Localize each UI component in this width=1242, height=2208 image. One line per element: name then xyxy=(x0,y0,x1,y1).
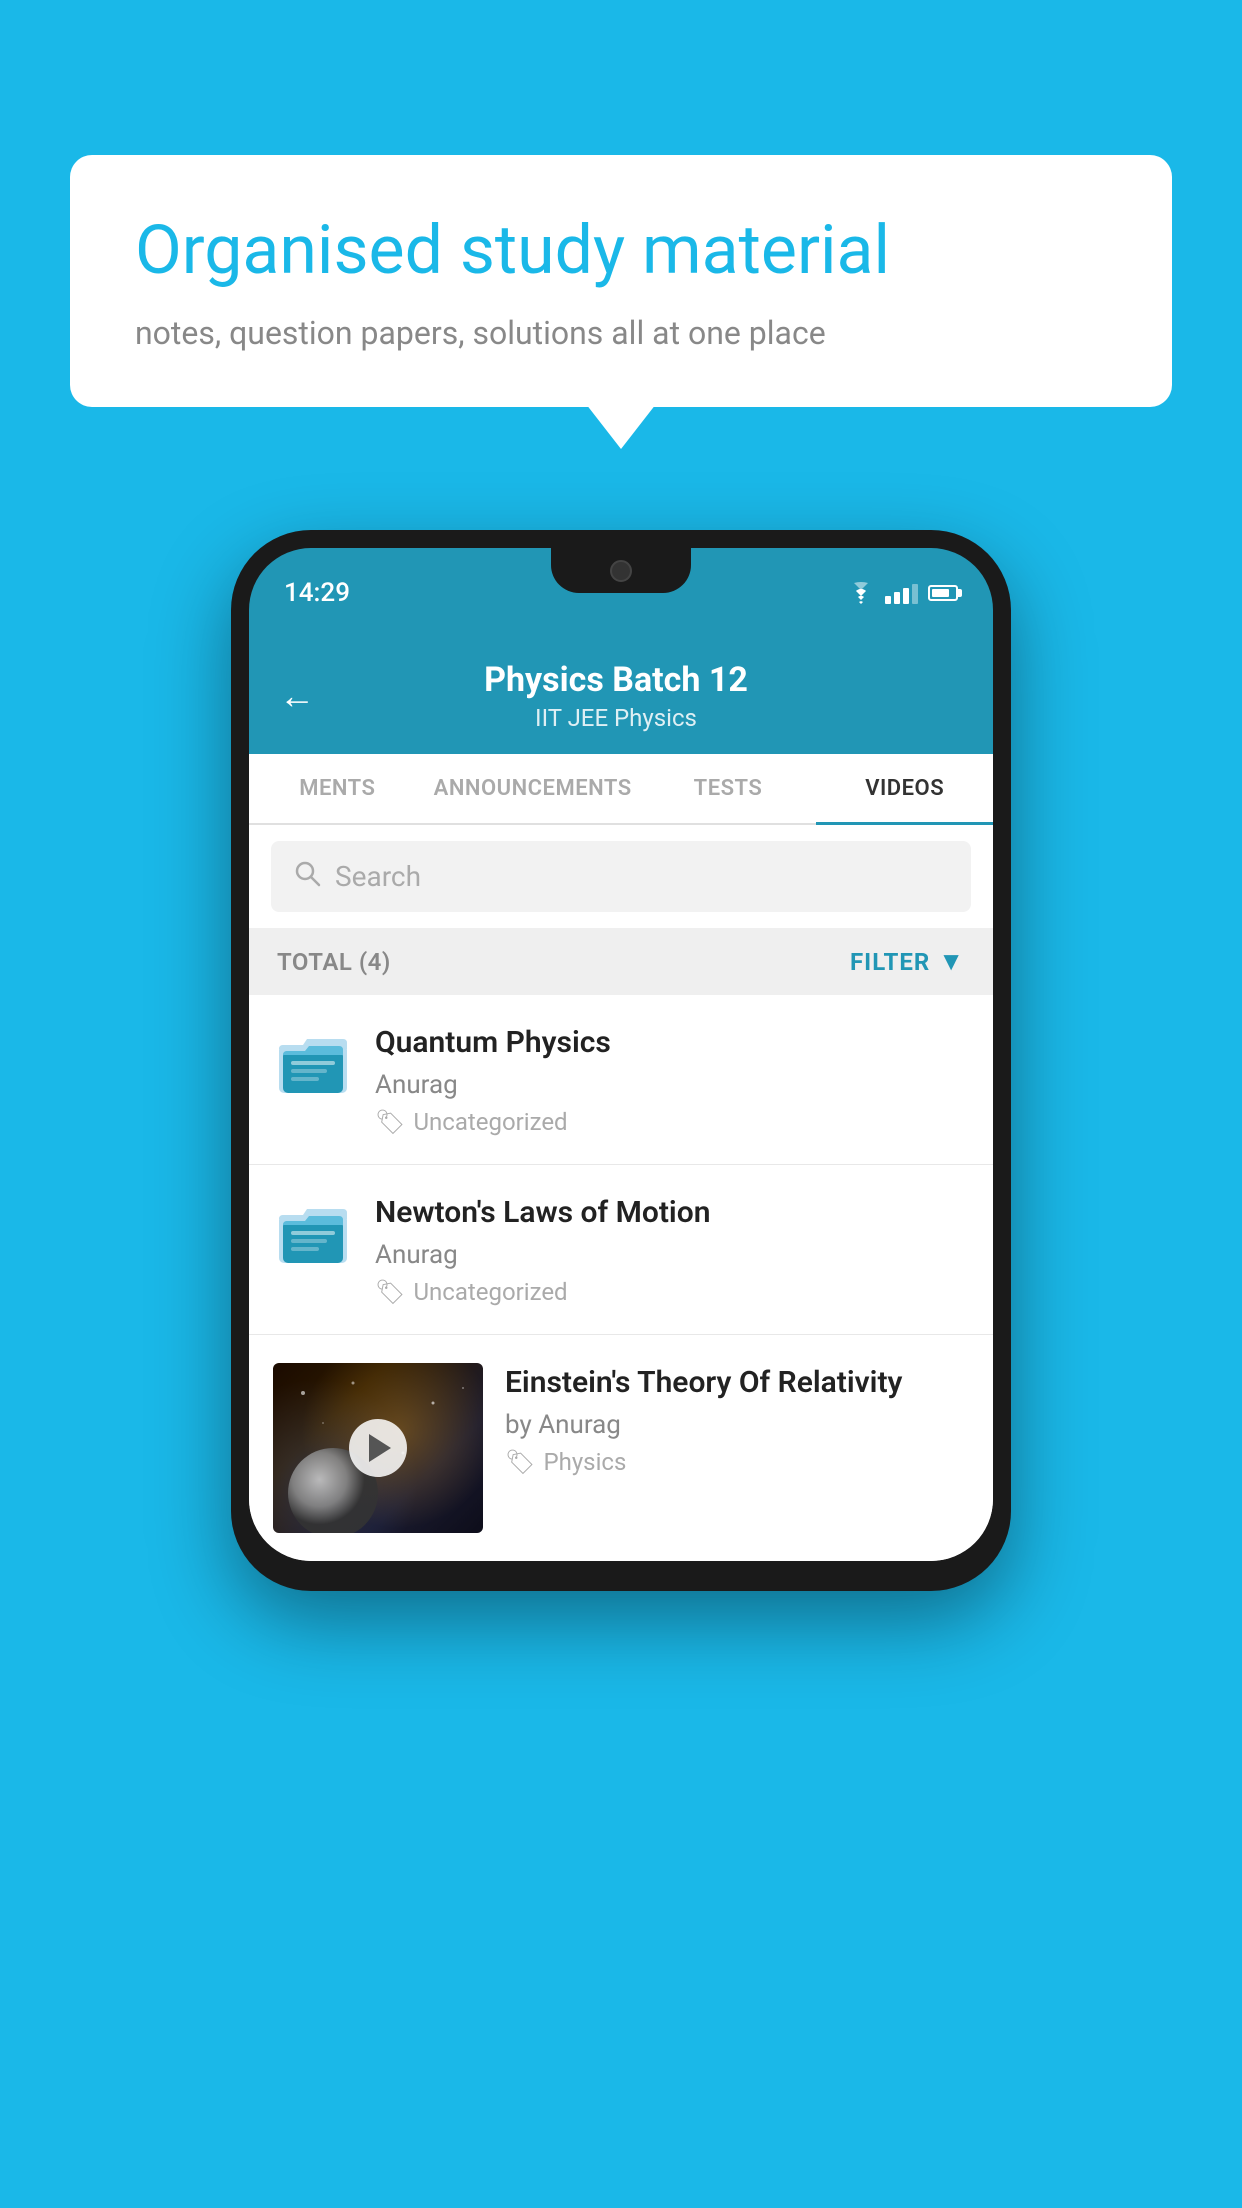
video-tag: 🏷 Uncategorized xyxy=(375,1278,969,1306)
video-info: Einstein's Theory Of Relativity by Anura… xyxy=(505,1363,969,1476)
status-icons xyxy=(847,582,958,604)
tag-text: Physics xyxy=(543,1448,626,1476)
search-bar[interactable]: Search xyxy=(271,841,971,912)
speech-bubble-container: Organised study material notes, question… xyxy=(70,155,1172,407)
search-container: Search xyxy=(249,825,993,928)
wifi-icon xyxy=(847,582,875,604)
header-title: Physics Batch 12 xyxy=(335,660,897,700)
tab-tests[interactable]: TESTS xyxy=(640,754,817,823)
video-title: Quantum Physics xyxy=(375,1023,969,1062)
tab-announcements[interactable]: ANNOUNCEMENTS xyxy=(426,754,640,823)
app-header: ← Physics Batch 12 IIT JEE Physics xyxy=(249,638,993,754)
video-tag: 🏷 Physics xyxy=(505,1448,969,1476)
tab-videos[interactable]: VIDEOS xyxy=(816,754,993,823)
video-tag: 🏷 Uncategorized xyxy=(375,1108,969,1136)
folder-icon xyxy=(277,1201,349,1266)
tag-text: Uncategorized xyxy=(413,1108,567,1136)
video-title: Einstein's Theory Of Relativity xyxy=(505,1363,969,1402)
video-author: Anurag xyxy=(375,1240,969,1270)
tabs-bar: MENTS ANNOUNCEMENTS TESTS VIDEOS xyxy=(249,754,993,825)
folder-icon xyxy=(277,1031,349,1096)
filter-label: FILTER xyxy=(850,948,930,976)
video-title: Newton's Laws of Motion xyxy=(375,1193,969,1232)
filter-bar: TOTAL (4) FILTER ▼ xyxy=(249,928,993,995)
bubble-title: Organised study material xyxy=(135,210,1107,292)
list-item[interactable]: Einstein's Theory Of Relativity by Anura… xyxy=(249,1335,993,1561)
video-list: Quantum Physics Anurag 🏷 Uncategorized xyxy=(249,995,993,1561)
back-button[interactable]: ← xyxy=(279,675,315,717)
search-placeholder: Search xyxy=(335,860,421,893)
phone-wrapper: 14:29 xyxy=(231,530,1011,1591)
phone-outer: 14:29 xyxy=(231,530,1011,1591)
video-info: Quantum Physics Anurag 🏷 Uncategorized xyxy=(375,1023,969,1136)
list-item[interactable]: Newton's Laws of Motion Anurag 🏷 Uncateg… xyxy=(249,1165,993,1335)
play-triangle-icon xyxy=(369,1434,391,1462)
video-thumbnail xyxy=(273,1363,483,1533)
status-time: 14:29 xyxy=(284,578,350,608)
phone-screen: ← Physics Batch 12 IIT JEE Physics MENTS… xyxy=(249,638,993,1561)
play-button[interactable] xyxy=(349,1419,407,1477)
tag-icon: 🏷 xyxy=(375,1278,405,1306)
speech-bubble: Organised study material notes, question… xyxy=(70,155,1172,407)
header-title-area: Physics Batch 12 IIT JEE Physics xyxy=(335,660,897,732)
filter-button[interactable]: FILTER ▼ xyxy=(850,946,965,977)
search-icon xyxy=(293,859,321,894)
video-author: Anurag xyxy=(375,1070,969,1100)
tag-icon: 🏷 xyxy=(505,1448,535,1476)
tag-icon: 🏷 xyxy=(375,1108,405,1136)
video-info: Newton's Laws of Motion Anurag 🏷 Uncateg… xyxy=(375,1193,969,1306)
list-item[interactable]: Quantum Physics Anurag 🏷 Uncategorized xyxy=(249,995,993,1165)
total-label: TOTAL (4) xyxy=(277,948,391,976)
filter-icon: ▼ xyxy=(938,946,965,977)
folder-icon-wrap xyxy=(273,1023,353,1103)
video-author: by Anurag xyxy=(505,1410,969,1440)
notch xyxy=(551,548,691,593)
camera-dot xyxy=(610,560,632,582)
header-subtitle: IIT JEE Physics xyxy=(335,704,897,732)
tag-text: Uncategorized xyxy=(413,1278,567,1306)
status-bar: 14:29 xyxy=(249,548,993,638)
bubble-subtitle: notes, question papers, solutions all at… xyxy=(135,314,1107,352)
folder-icon-wrap xyxy=(273,1193,353,1273)
battery-icon xyxy=(928,585,958,601)
tab-ments[interactable]: MENTS xyxy=(249,754,426,823)
signal-bars xyxy=(885,582,918,604)
